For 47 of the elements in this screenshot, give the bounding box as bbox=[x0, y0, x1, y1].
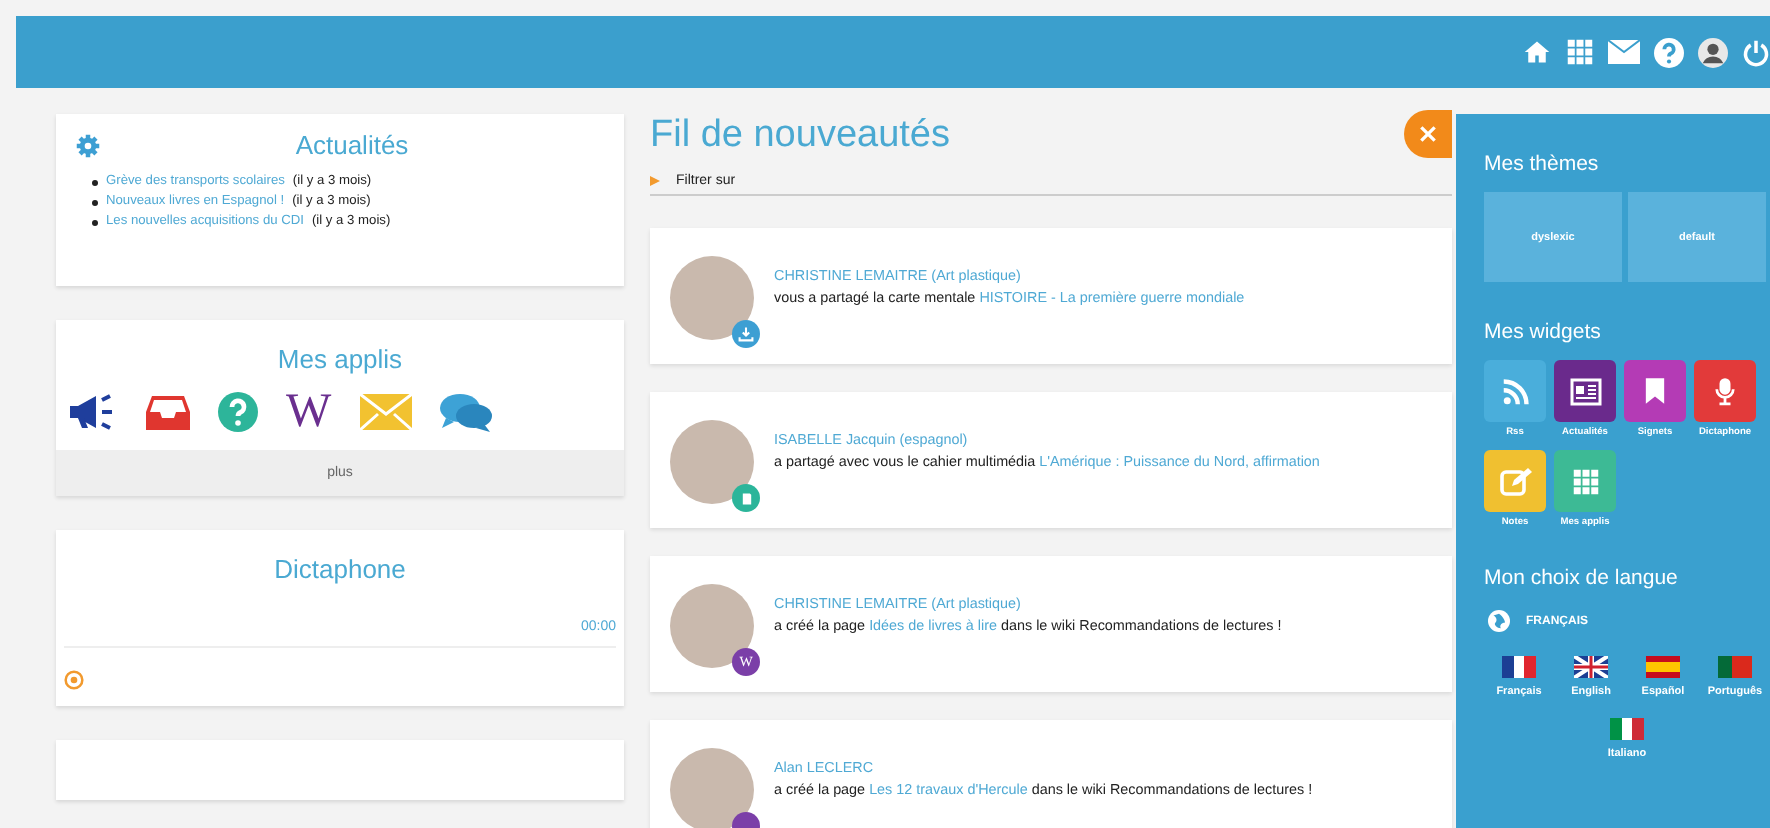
section-title: Mes thèmes bbox=[1484, 150, 1601, 180]
card-title: Mes applis bbox=[275, 344, 405, 374]
grid-icon bbox=[1571, 467, 1599, 495]
megaphone-icon[interactable] bbox=[66, 392, 118, 432]
tools-button[interactable] bbox=[1404, 110, 1452, 158]
avatar-photo-placeholder bbox=[670, 256, 754, 340]
mail-icon[interactable] bbox=[359, 394, 412, 430]
section-title: Mon choix de langue bbox=[1484, 564, 1680, 594]
widget-tile[interactable] bbox=[1694, 360, 1756, 422]
widget-tile[interactable] bbox=[1554, 360, 1616, 422]
bookmark-icon bbox=[1644, 376, 1666, 406]
download-icon bbox=[738, 326, 754, 342]
page-title: Fil de nouveautés bbox=[650, 114, 950, 158]
widget-tile[interactable] bbox=[1624, 360, 1686, 422]
inbox-icon[interactable] bbox=[146, 394, 190, 430]
card-title: Actualités bbox=[293, 130, 411, 160]
bullet-icon bbox=[92, 179, 98, 185]
power-icon[interactable] bbox=[1742, 37, 1770, 67]
mail-icon[interactable] bbox=[1608, 40, 1640, 64]
flag-icon[interactable] bbox=[1610, 718, 1644, 740]
triangle-icon[interactable] bbox=[650, 176, 660, 186]
wiki-icon[interactable]: W bbox=[286, 392, 332, 432]
card-title: Dictaphone bbox=[272, 554, 408, 584]
bullet-icon bbox=[92, 219, 98, 225]
uk-flag-icon[interactable] bbox=[1574, 656, 1608, 678]
grid-icon[interactable] bbox=[1566, 38, 1594, 66]
globe-icon bbox=[1488, 610, 1510, 632]
chat-icon[interactable] bbox=[439, 392, 492, 432]
widget-tile[interactable] bbox=[1484, 360, 1546, 422]
microphone-icon bbox=[1714, 376, 1736, 406]
avatar-photo-placeholder bbox=[670, 748, 754, 828]
help-icon[interactable] bbox=[218, 392, 258, 432]
newspaper-icon bbox=[1569, 377, 1601, 405]
record-icon[interactable] bbox=[64, 670, 84, 690]
widget-tile[interactable] bbox=[1554, 450, 1616, 512]
home-icon[interactable] bbox=[1522, 38, 1552, 66]
section-title: Mes widgets bbox=[1484, 318, 1603, 348]
note-edit-icon bbox=[1499, 465, 1531, 497]
settings-icon[interactable] bbox=[76, 133, 100, 157]
avatar-photo-placeholder bbox=[670, 584, 754, 668]
rss-icon bbox=[1501, 377, 1529, 405]
bullet-icon bbox=[92, 199, 98, 205]
widget-tile[interactable] bbox=[1484, 450, 1546, 512]
flag-icon[interactable] bbox=[1502, 656, 1536, 678]
user-avatar-icon[interactable] bbox=[1698, 37, 1728, 67]
help-icon[interactable] bbox=[1654, 37, 1684, 67]
avatar-photo-placeholder bbox=[670, 420, 754, 504]
